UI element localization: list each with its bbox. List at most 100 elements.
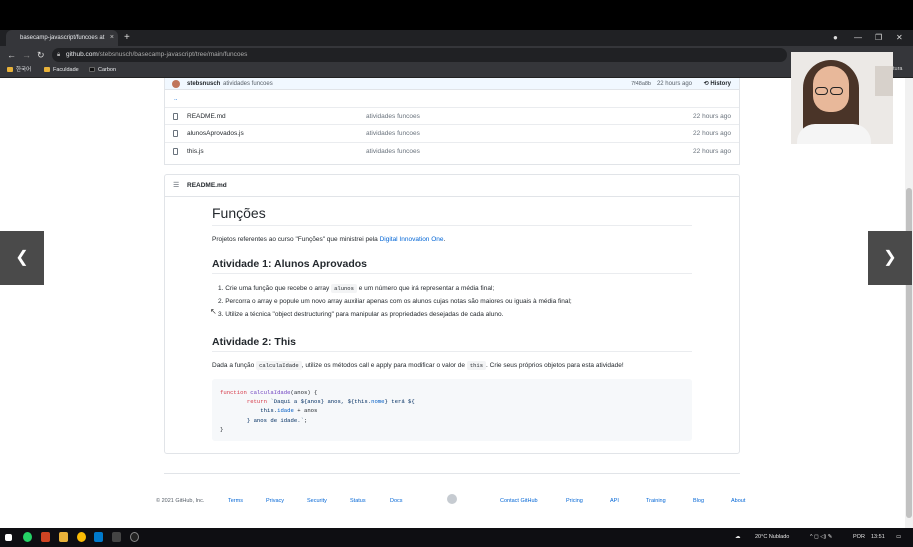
heading-atividade-1: Atividade 1: Alunos Aprovados — [212, 258, 692, 274]
bookmark-item[interactable]: Carbon — [89, 64, 116, 77]
minimize-icon[interactable]: — — [854, 30, 862, 46]
folder-icon — [44, 67, 50, 72]
footer-link-training[interactable]: Training — [646, 498, 666, 504]
windows-taskbar: ☁ 20°C Nublado ^ ◻ ◁) ✎ POR 13:51 ▭ — [0, 528, 913, 547]
file-browser: stebsnusch atividades funcoes 7f48a8b 22… — [164, 78, 740, 165]
footer-link-pricing[interactable]: Pricing — [566, 498, 583, 504]
tab-close-icon[interactable]: × — [110, 30, 114, 46]
extension-icon[interactable]: ● — [833, 30, 838, 46]
readme-title: Funções — [212, 205, 692, 226]
footer-link-docs[interactable]: Docs — [390, 498, 403, 504]
vscode-icon[interactable] — [94, 532, 103, 542]
task-list: 1. Crie uma função que recebe o array al… — [212, 282, 692, 321]
presenter-shirt — [797, 124, 871, 144]
address-bar-row: ← → ↻ 🔒︎ github.com/stebsnusch/basecamp-… — [0, 46, 913, 64]
clock[interactable]: 13:51 — [871, 528, 885, 547]
file-commit-message[interactable]: atividades funcoes — [366, 125, 420, 143]
file-commit-message[interactable]: atividades funcoes — [366, 143, 420, 161]
carbon-icon — [89, 67, 95, 72]
close-window-icon[interactable]: ✕ — [896, 30, 903, 46]
commit-author[interactable]: stebsnusch — [187, 78, 220, 90]
file-name[interactable]: README.md — [187, 108, 226, 126]
footer-link-contact[interactable]: Contact GitHub — [500, 498, 538, 504]
language-indicator[interactable]: POR — [853, 528, 865, 547]
url-path: /stebsnusch/basecamp-javascript/tree/mai… — [97, 51, 248, 58]
tray-icons[interactable]: ^ ◻ ◁) ✎ — [810, 528, 832, 547]
site-footer: © 2021 GitHub, Inc. Terms Privacy Securi… — [156, 473, 745, 513]
screen: basecamp-javascript/funcoes at × + ● — ❐… — [0, 0, 913, 547]
file-time: 22 hours ago — [693, 112, 731, 120]
powerpoint-icon[interactable] — [41, 532, 50, 542]
weather-status[interactable]: 20°C Nublado — [755, 528, 789, 547]
tab-strip: basecamp-javascript/funcoes at × + ● — ❐… — [0, 30, 913, 46]
file-row[interactable]: this.js atividades funcoes 22 hours ago — [165, 143, 739, 161]
browser-tab[interactable]: basecamp-javascript/funcoes at × — [6, 30, 118, 46]
footer-link-terms[interactable]: Terms — [228, 498, 243, 504]
reload-icon[interactable]: ↻ — [37, 46, 45, 64]
tab-title: basecamp-javascript/funcoes at — [20, 35, 105, 41]
terminal-icon[interactable] — [112, 532, 121, 542]
file-explorer-icon[interactable] — [59, 532, 68, 542]
list-item: 2. Percorra o array e popule um novo arr… — [218, 298, 572, 305]
back-icon[interactable]: ← — [7, 46, 16, 64]
footer-link-status[interactable]: Status — [350, 498, 366, 504]
readme-content: Funções Projetos referentes ao curso "Fu… — [212, 205, 692, 441]
copyright: © 2021 GitHub, Inc. — [156, 498, 205, 504]
footer-link-api[interactable]: API — [610, 498, 619, 504]
commit-message[interactable]: atividades funcoes — [223, 78, 273, 90]
commit-time: 22 hours ago — [656, 81, 692, 87]
bookmarks-bar: 한국어 Faculdade Carbon — [0, 64, 913, 78]
previous-slide-button[interactable]: ❮ — [0, 231, 44, 285]
footer-link-about[interactable]: About — [731, 498, 745, 504]
file-icon — [173, 147, 178, 155]
parent-dir-link[interactable]: .. — [174, 90, 178, 108]
readme-header: ☰ README.md — [165, 175, 739, 197]
footer-link-privacy[interactable]: Privacy — [266, 498, 284, 504]
footer-link-blog[interactable]: Blog — [693, 498, 704, 504]
file-commit-message[interactable]: atividades funcoes — [366, 108, 420, 126]
notifications-icon[interactable]: ▭ — [896, 528, 901, 547]
weather-icon[interactable]: ☁ — [735, 528, 741, 547]
new-tab-icon[interactable]: + — [124, 30, 130, 46]
whatsapp-icon[interactable] — [23, 532, 32, 542]
file-row[interactable]: alunosAprovados.js atividades funcoes 22… — [165, 125, 739, 143]
dio-link[interactable]: Digital Innovation One — [380, 236, 444, 243]
list-item: 3. Utilize a técnica "object destructuri… — [218, 311, 504, 318]
lock-icon: 🔒︎ — [57, 52, 61, 58]
url-host: github.com — [66, 51, 98, 58]
bookmark-item[interactable]: 한국어 — [7, 64, 31, 77]
github-logo-icon[interactable] — [447, 494, 457, 504]
folder-icon — [7, 67, 13, 72]
next-slide-button[interactable]: ❯ — [868, 231, 912, 285]
footer-link-security[interactable]: Security — [307, 498, 327, 504]
commit-sha[interactable]: 7f48a8b — [631, 78, 651, 90]
history-link[interactable]: ⟲ History — [704, 78, 731, 90]
bookmark-item[interactable]: Faculdade — [44, 64, 79, 77]
file-name[interactable]: this.js — [187, 143, 204, 161]
file-icon — [173, 112, 178, 120]
code-block: function calculaIdade(anos) { return `Da… — [212, 379, 692, 441]
url-input[interactable]: 🔒︎ github.com/stebsnusch/basecamp-javasc… — [52, 48, 787, 62]
page-scrollbar[interactable] — [905, 78, 913, 528]
readme-filename[interactable]: README.md — [187, 175, 227, 197]
file-row-parent[interactable]: .. — [165, 90, 739, 108]
obs-icon[interactable] — [130, 532, 139, 542]
presenter-glasses — [815, 82, 847, 95]
file-time: 22 hours ago — [693, 147, 731, 155]
top-black-bar — [0, 0, 913, 30]
file-name[interactable]: alunosAprovados.js — [187, 125, 244, 143]
github-page: stebsnusch atividades funcoes 7f48a8b 22… — [0, 78, 905, 528]
list-icon[interactable]: ☰ — [173, 175, 179, 197]
file-icon — [173, 130, 178, 137]
maximize-icon[interactable]: ❐ — [875, 30, 882, 46]
file-row[interactable]: README.md atividades funcoes 22 hours ag… — [165, 108, 739, 126]
intro-paragraph: Projetos referentes ao curso "Funções" q… — [212, 236, 446, 243]
chrome-icon[interactable] — [77, 532, 86, 542]
avatar[interactable] — [172, 80, 180, 88]
webcam-shelf — [875, 66, 893, 96]
forward-icon[interactable]: → — [22, 46, 31, 64]
webcam-overlay — [791, 52, 893, 144]
side-label: tura — [893, 62, 913, 76]
file-time: 22 hours ago — [693, 130, 731, 137]
start-icon[interactable] — [5, 534, 12, 541]
